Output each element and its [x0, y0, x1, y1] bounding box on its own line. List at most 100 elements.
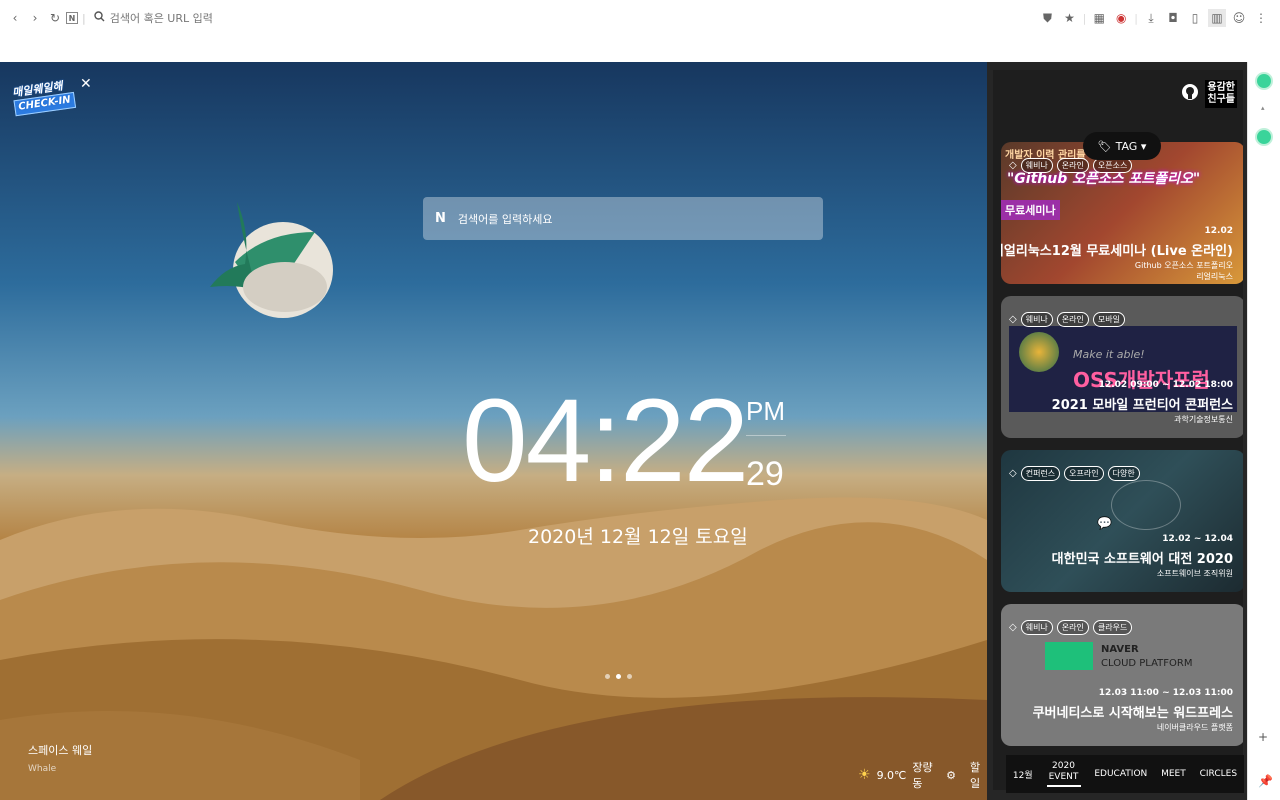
desert-dunes: [0, 497, 987, 800]
event-card[interactable]: 💬 ◇ 컨퍼런스 오프라인 다양한 12.02 ~ 12.04 대한민국 소프트…: [1001, 450, 1243, 592]
card-image-text: CLOUD PLATFORM: [1101, 658, 1193, 669]
card-host: 과학기술정보통신: [1174, 415, 1233, 424]
card-title: 리얼리눅스12월 무료세미나 (Live 온라인): [1001, 244, 1233, 259]
card-date: 12.03 11:00 ~ 12.03 11:00: [1098, 688, 1233, 698]
tag-filter-button[interactable]: 🏷 TAG ▾: [1083, 132, 1161, 160]
profile-icon[interactable]: ☺: [1230, 9, 1248, 27]
reader-icon[interactable]: ▯: [1186, 9, 1204, 27]
dot-icon: ▴: [1261, 104, 1265, 112]
add-icon[interactable]: +: [1258, 730, 1268, 744]
nav-circles[interactable]: CIRCLES: [1200, 769, 1237, 779]
card-title: 쿠버네티스로 시작해보는 워드프레스: [1032, 706, 1233, 721]
badge-icon[interactable]: ◉: [1112, 9, 1130, 27]
event-card[interactable]: NAVER CLOUD PLATFORM ◇ 웨비나 온라인 클라우드 12.0…: [1001, 604, 1243, 746]
naver-cloud-logo-icon: [1045, 642, 1093, 670]
nav-month[interactable]: 12월: [1013, 768, 1033, 781]
nav-education[interactable]: EDUCATION: [1094, 769, 1147, 779]
todo-label[interactable]: 할 일: [970, 759, 987, 791]
tag-chip[interactable]: 온라인: [1056, 312, 1089, 327]
clock-time: 04:22: [462, 375, 749, 507]
card-tags: ◇ 웨비나 온라인 클라우드: [1009, 620, 1133, 635]
tag-icon: ◇: [1009, 468, 1017, 479]
chat-icon: 💬: [1097, 516, 1112, 530]
card-host: 소프트웨이브 조직위원: [1156, 569, 1233, 578]
card-date: 12.02 ~ 12.04: [1162, 534, 1233, 544]
app-icon[interactable]: [1257, 74, 1271, 88]
tag-chip[interactable]: 컨퍼런스: [1020, 466, 1061, 481]
back-icon[interactable]: ‹: [6, 9, 24, 27]
address-bar[interactable]: 검색어 혹은 URL 입력: [94, 10, 213, 26]
weather-location: 장량동: [912, 761, 933, 790]
pin-icon[interactable]: 📌: [1258, 774, 1273, 788]
checkin-badge[interactable]: 매일웨일해 CHECK-IN: [12, 78, 79, 126]
sidebar-bottom-nav: 12월 2020 EVENT EDUCATION MEET CIRCLES: [1006, 755, 1244, 793]
github-icon[interactable]: [1181, 83, 1199, 105]
page-dot[interactable]: [605, 674, 610, 679]
reload-icon[interactable]: ↻: [46, 9, 64, 27]
tag-chip[interactable]: 웨비나: [1020, 158, 1053, 173]
wallpaper-author: Whale: [28, 764, 57, 774]
naver-logo-icon: N: [435, 211, 446, 226]
capture-icon[interactable]: ◘: [1164, 9, 1182, 27]
address-placeholder: 검색어 혹은 URL 입력: [109, 12, 213, 25]
tag-chip[interactable]: 웨비나: [1020, 312, 1053, 327]
tag-chip[interactable]: 온라인: [1056, 158, 1089, 173]
wallpaper-title: 스페이스 웨일: [28, 744, 93, 757]
settings-icon[interactable]: ⚙: [946, 769, 956, 782]
tag-chip[interactable]: 모바일: [1092, 312, 1125, 327]
new-tab-background: 매일웨일해 CHECK-IN ✕ N 검색어를 입력하세요 04:22 PM 2…: [0, 62, 987, 800]
sun-icon: ☀: [858, 767, 871, 783]
sidebar-title-line1: 용감한: [1207, 82, 1235, 93]
sidebar-rail: ▴ + 📌: [1247, 62, 1280, 800]
nav-meet[interactable]: MEET: [1161, 769, 1186, 779]
play-icon[interactable]: [1257, 130, 1271, 144]
tag-icon: 🏷: [1097, 139, 1112, 153]
page-dot[interactable]: [627, 674, 632, 679]
sidebar-title: 용감한 친구들: [1205, 80, 1237, 108]
tag-chip[interactable]: 오프라인: [1064, 466, 1104, 481]
tag-chip[interactable]: 클라우드: [1092, 620, 1133, 635]
menu-icon[interactable]: ⋮: [1252, 9, 1270, 27]
card-image-text: 무료세미나: [1001, 200, 1060, 220]
tag-chip[interactable]: 오픈소스: [1092, 158, 1133, 173]
shield-icon[interactable]: ⛊: [1039, 9, 1057, 27]
whale-logo: [210, 202, 333, 318]
search-placeholder: 검색어를 입력하세요: [457, 212, 553, 226]
card-org: Github 오픈소스 포트폴리오 리얼리눅스: [1135, 260, 1233, 282]
sidebar-panel: 용감한 친구들 🏷 TAG ▾ 개발자 이력 관리를 위한 "Github 오픈…: [987, 62, 1247, 800]
card-image-text: Make it able!: [1073, 348, 1145, 361]
card-subtitle: Github 오픈소스 포트폴리오: [1134, 261, 1233, 270]
forward-icon[interactable]: ›: [26, 9, 44, 27]
card-title: 2021 모바일 프런티어 콘퍼런스: [1051, 398, 1233, 413]
close-icon[interactable]: ✕: [80, 76, 92, 92]
card-tags: ◇ 웨비나 온라인 모바일: [1009, 312, 1125, 327]
event-card[interactable]: 개발자 이력 관리를 위한 "Github 오픈소스 포트폴리오" 무료세미나 …: [1001, 142, 1243, 284]
browser-toolbar: ‹ › ↻ N | 검색어 혹은 URL 입력 ⛊ ★ | ▦ ◉ | ⤓ ◘ …: [0, 0, 1280, 36]
search-input[interactable]: N 검색어를 입력하세요: [423, 197, 823, 240]
clock-date: 2020년 12월 12일 토요일: [528, 526, 748, 548]
network-icon: [1111, 480, 1181, 530]
search-icon: [94, 11, 105, 25]
download-icon[interactable]: ⤓: [1142, 9, 1160, 27]
card-image-text: NAVER: [1101, 644, 1139, 655]
card-tags: ◇ 컨퍼런스 오프라인 다양한: [1009, 466, 1140, 481]
toolbar-right: ⛊ ★ | ▦ ◉ | ⤓ ◘ ▯ ▥ ☺ ⋮: [1039, 9, 1270, 27]
extension-icon[interactable]: ▦: [1090, 9, 1108, 27]
clock-ampm: PM: [746, 396, 786, 436]
sidebar-title-line2: 친구들: [1207, 94, 1235, 105]
weather-widget[interactable]: ☀ 9.0℃ 장량동 ⚙ 할 일: [858, 759, 987, 791]
sidebar-toggle-icon[interactable]: ▥: [1208, 9, 1226, 27]
nav-event[interactable]: 2020 EVENT: [1046, 761, 1081, 787]
tag-chip[interactable]: 온라인: [1056, 620, 1089, 635]
card-host: 네이버클라우드 플랫폼: [1156, 723, 1233, 732]
weather-temp: 9.0℃: [876, 768, 907, 782]
tag-chip[interactable]: 웨비나: [1020, 620, 1053, 635]
naver-home-icon[interactable]: N: [66, 12, 78, 24]
sidebar-content: 용감한 친구들 🏷 TAG ▾ 개발자 이력 관리를 위한 "Github 오픈…: [993, 70, 1243, 790]
event-card[interactable]: Make it able! OSS개발자포럼 ◇ 웨비나 온라인 모바일 12.…: [1001, 296, 1243, 438]
sidebar-header: 용감한 친구들: [1181, 80, 1237, 108]
globe-icon: [1019, 332, 1059, 372]
page-dot-active[interactable]: [616, 674, 621, 679]
tag-chip[interactable]: 다양한: [1107, 466, 1140, 481]
star-icon[interactable]: ★: [1061, 9, 1079, 27]
